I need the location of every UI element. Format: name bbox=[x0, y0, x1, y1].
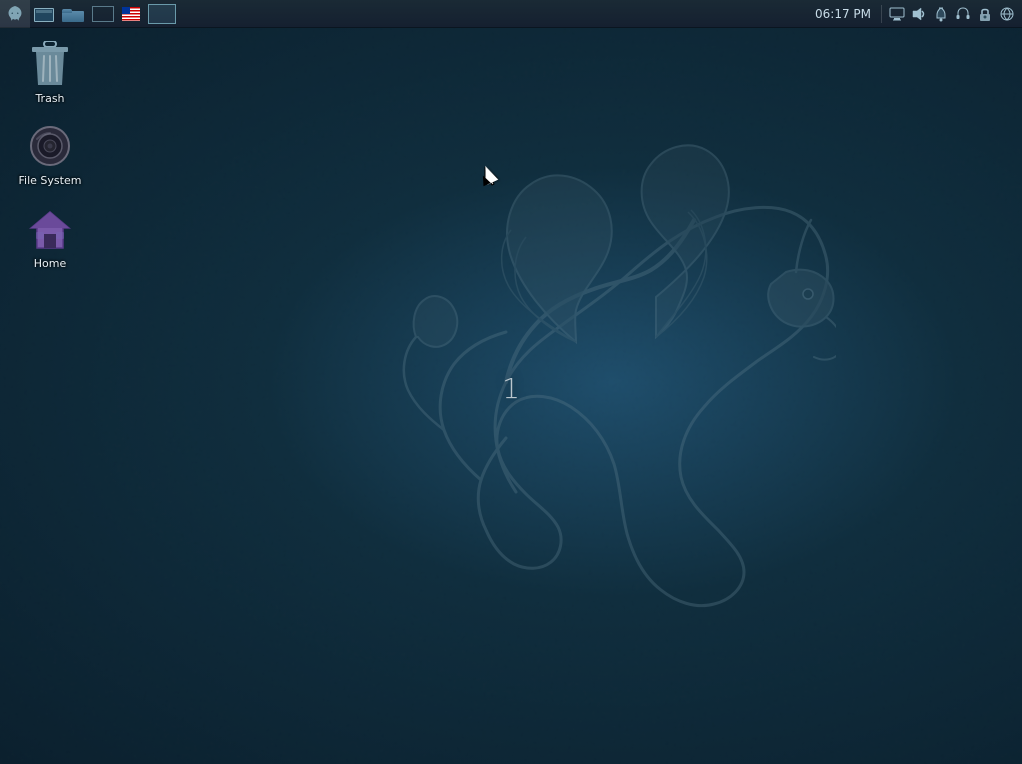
lock-icon bbox=[977, 6, 993, 22]
network-icon bbox=[999, 6, 1015, 22]
active-window-icon bbox=[148, 4, 176, 24]
notification-icon bbox=[933, 6, 949, 22]
dragon-svg bbox=[336, 142, 836, 642]
taskbar-headset-icon[interactable] bbox=[954, 5, 972, 23]
filesystem-icon bbox=[29, 125, 71, 167]
filesystem-label: File System bbox=[19, 174, 82, 188]
trash-label: Trash bbox=[35, 92, 64, 106]
screenshot-icon bbox=[34, 6, 54, 22]
taskbar-lock-icon[interactable] bbox=[976, 5, 994, 23]
kali-dragon-watermark bbox=[336, 142, 836, 642]
taskbar-left bbox=[0, 0, 811, 27]
taskbar-clock: 06:17 PM bbox=[811, 7, 875, 21]
audio-icon bbox=[911, 6, 927, 22]
home-icon-img bbox=[26, 205, 74, 253]
workspace-number: 1 bbox=[502, 372, 520, 405]
taskbar-network-icon[interactable] bbox=[998, 5, 1016, 23]
display-icon bbox=[889, 6, 905, 22]
desktop: 06:17 PM bbox=[0, 0, 1022, 764]
taskbar-display-icon[interactable] bbox=[888, 5, 906, 23]
taskbar: 06:17 PM bbox=[0, 0, 1022, 28]
taskbar-separator bbox=[881, 5, 882, 23]
home-icon bbox=[29, 208, 71, 250]
flag-icon bbox=[122, 7, 140, 21]
desktop-icon-filesystem[interactable]: File System bbox=[10, 118, 90, 192]
trash-icon bbox=[30, 41, 70, 87]
desktop-icon-home[interactable]: Home bbox=[10, 201, 90, 275]
headset-icon bbox=[955, 6, 971, 22]
desktop-icon-trash[interactable]: Trash bbox=[10, 36, 90, 110]
kali-dragon-icon bbox=[5, 4, 25, 24]
window-icon bbox=[92, 6, 114, 22]
trash-icon-img bbox=[26, 40, 74, 88]
home-label: Home bbox=[34, 257, 66, 271]
filesystem-icon-img bbox=[26, 122, 74, 170]
taskbar-kali-menu[interactable] bbox=[0, 0, 30, 28]
taskbar-notification-icon[interactable] bbox=[932, 5, 950, 23]
taskbar-flag[interactable] bbox=[118, 0, 144, 28]
taskbar-audio-icon[interactable] bbox=[910, 5, 928, 23]
taskbar-right: 06:17 PM bbox=[811, 5, 1022, 23]
folder-icon bbox=[62, 6, 84, 22]
taskbar-window[interactable] bbox=[88, 0, 118, 28]
taskbar-screenshot[interactable] bbox=[30, 0, 58, 28]
taskbar-active-app[interactable] bbox=[144, 0, 180, 28]
taskbar-folder[interactable] bbox=[58, 0, 88, 28]
desktop-icons: Trash File System bbox=[10, 36, 90, 275]
